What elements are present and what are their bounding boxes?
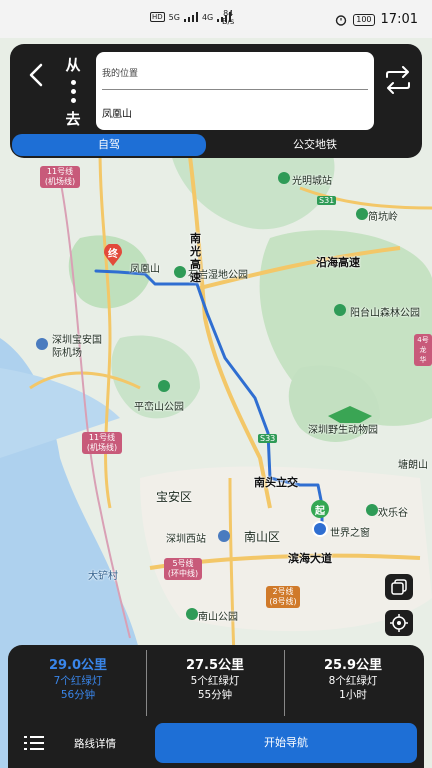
map-label-nanshan-park: 南山公园 <box>198 612 238 623</box>
clock: 17:01 <box>380 12 418 27</box>
metro-line11-top: 11号线(机场线) <box>40 166 80 188</box>
address-divider <box>102 89 368 90</box>
layers-icon <box>391 579 407 595</box>
map-label-airport: 深圳宝安国际机场 <box>52 335 102 359</box>
layers-button[interactable] <box>385 574 413 600</box>
route-time: 55分钟 <box>197 689 233 701</box>
metro-line4: 4号龙华 <box>414 334 432 366</box>
map-label-binhai: 滨海大道 <box>288 552 332 565</box>
crosshair-icon <box>390 614 408 632</box>
metro-line5: 5号线(环中线) <box>164 558 202 580</box>
from-to-indicator: 从 去 <box>62 54 84 129</box>
start-marker-label: 起 <box>315 506 325 517</box>
station-west-icon <box>218 530 230 542</box>
locate-button[interactable] <box>385 610 413 636</box>
battery-indicator: 100 <box>353 13 375 26</box>
destination-marker[interactable]: 终 <box>104 243 122 266</box>
origin-field[interactable]: 我的位置 <box>102 66 138 79</box>
tab-drive[interactable]: 自驾 <box>12 134 206 156</box>
route-details-button[interactable]: 路线详情 <box>20 728 130 758</box>
net-speed: 84 B/s <box>222 10 234 26</box>
status-bar: HD 5G 4G 84 B/s 100 17:01 <box>0 0 432 38</box>
dot-1 <box>70 80 76 85</box>
poi-station-icon <box>278 172 290 184</box>
map-label-jiankengling: 简坑岭 <box>368 212 398 223</box>
poi-nanshan-park-icon <box>186 608 198 620</box>
map-label-window: 世界之窗 <box>330 528 370 539</box>
mode-tabs: 自驾 公交地铁 <box>10 134 422 156</box>
map-label-pingluan: 平峦山公园 <box>134 402 184 413</box>
map-label-yanhai: 沿海高速 <box>316 256 360 269</box>
poi-forest-icon <box>334 304 346 316</box>
signal-group: HD 5G 4G <box>150 12 232 22</box>
route-option-2[interactable]: 27.5公里 5个红绿灯 55分钟 <box>147 654 283 714</box>
start-navigation-button[interactable]: 开始导航 <box>155 723 417 763</box>
route-lights: 5个红绿灯 <box>190 675 240 687</box>
origin-marker[interactable]: 起 <box>311 500 329 518</box>
swap-icon <box>386 66 410 94</box>
alarm-icon <box>336 14 347 26</box>
route-distance: 27.5公里 <box>185 658 245 673</box>
map-label-baoan: 宝安区 <box>156 490 193 504</box>
status-right: 100 17:01 <box>335 12 418 27</box>
metro-line11-bottom: 11号线(机场线) <box>82 432 122 454</box>
route-time: 1小时 <box>339 689 367 701</box>
poi-mountain-icon <box>356 208 368 220</box>
map-label-guangming: 光明城站 <box>292 176 332 187</box>
signal-bars-icon <box>183 12 198 22</box>
to-label: 去 <box>65 110 81 128</box>
route-details-label: 路线详情 <box>74 738 116 750</box>
dots-separator <box>62 80 84 103</box>
route-option-1[interactable]: 29.0公里 7个红绿灯 56分钟 <box>10 654 146 714</box>
route-lights: 8个红绿灯 <box>328 675 378 687</box>
map-label-zoo: 深圳野生动物园 <box>308 425 378 436</box>
route-distance: 25.9公里 <box>323 658 383 673</box>
route-option-3[interactable]: 25.9公里 8个红绿灯 1小时 <box>285 654 421 714</box>
hd-badge: HD <box>150 12 165 22</box>
poi-pingluan-icon <box>158 380 170 392</box>
map-label-yangtaishan: 阳台山森林公园 <box>350 308 420 319</box>
map-label-s33: S33 <box>258 434 278 443</box>
end-marker-label: 终 <box>108 249 118 260</box>
from-label: 从 <box>65 56 81 74</box>
chevron-left-icon <box>29 63 43 87</box>
list-icon <box>24 736 44 750</box>
map-label-nanshan: 南山区 <box>244 530 281 544</box>
airport-icon <box>36 338 48 350</box>
map-label-dachan: 大铲村 <box>88 571 118 582</box>
net-speed-unit: B/s <box>222 17 235 26</box>
signal-4g-label: 4G <box>201 12 214 22</box>
address-box: 我的位置 凤凰山 <box>96 52 374 130</box>
route-time: 56分钟 <box>60 689 96 701</box>
map-label-nanguang: 南光高速 <box>190 232 201 284</box>
map-label-shenzhen-west: 深圳西站 <box>166 534 206 545</box>
map-label-tangxiong: 塘朗山 <box>398 460 428 471</box>
metro-line2: 2号线(8号线) <box>266 586 300 608</box>
route-distance: 29.0公里 <box>48 658 108 673</box>
swap-button[interactable] <box>383 66 413 94</box>
map-label-nantou: 南头立交 <box>254 476 298 489</box>
dot-2 <box>70 89 76 94</box>
poi-huanle-icon <box>366 504 378 516</box>
poi-park-icon <box>174 266 186 278</box>
tab-transit[interactable]: 公交地铁 <box>250 134 380 156</box>
map-label-huanle: 欢乐谷 <box>378 508 408 519</box>
dot-3 <box>70 98 76 103</box>
destination-field[interactable]: 凤凰山 <box>102 105 132 120</box>
back-button[interactable] <box>22 60 52 90</box>
current-location-dot <box>312 521 328 537</box>
route-lights: 7个红绿灯 <box>53 675 103 687</box>
signal-5g-label: 5G <box>168 12 180 22</box>
map-label-fenghuangshan: 凤凰山 <box>130 264 160 275</box>
map-label-s31: S31 <box>317 196 337 205</box>
